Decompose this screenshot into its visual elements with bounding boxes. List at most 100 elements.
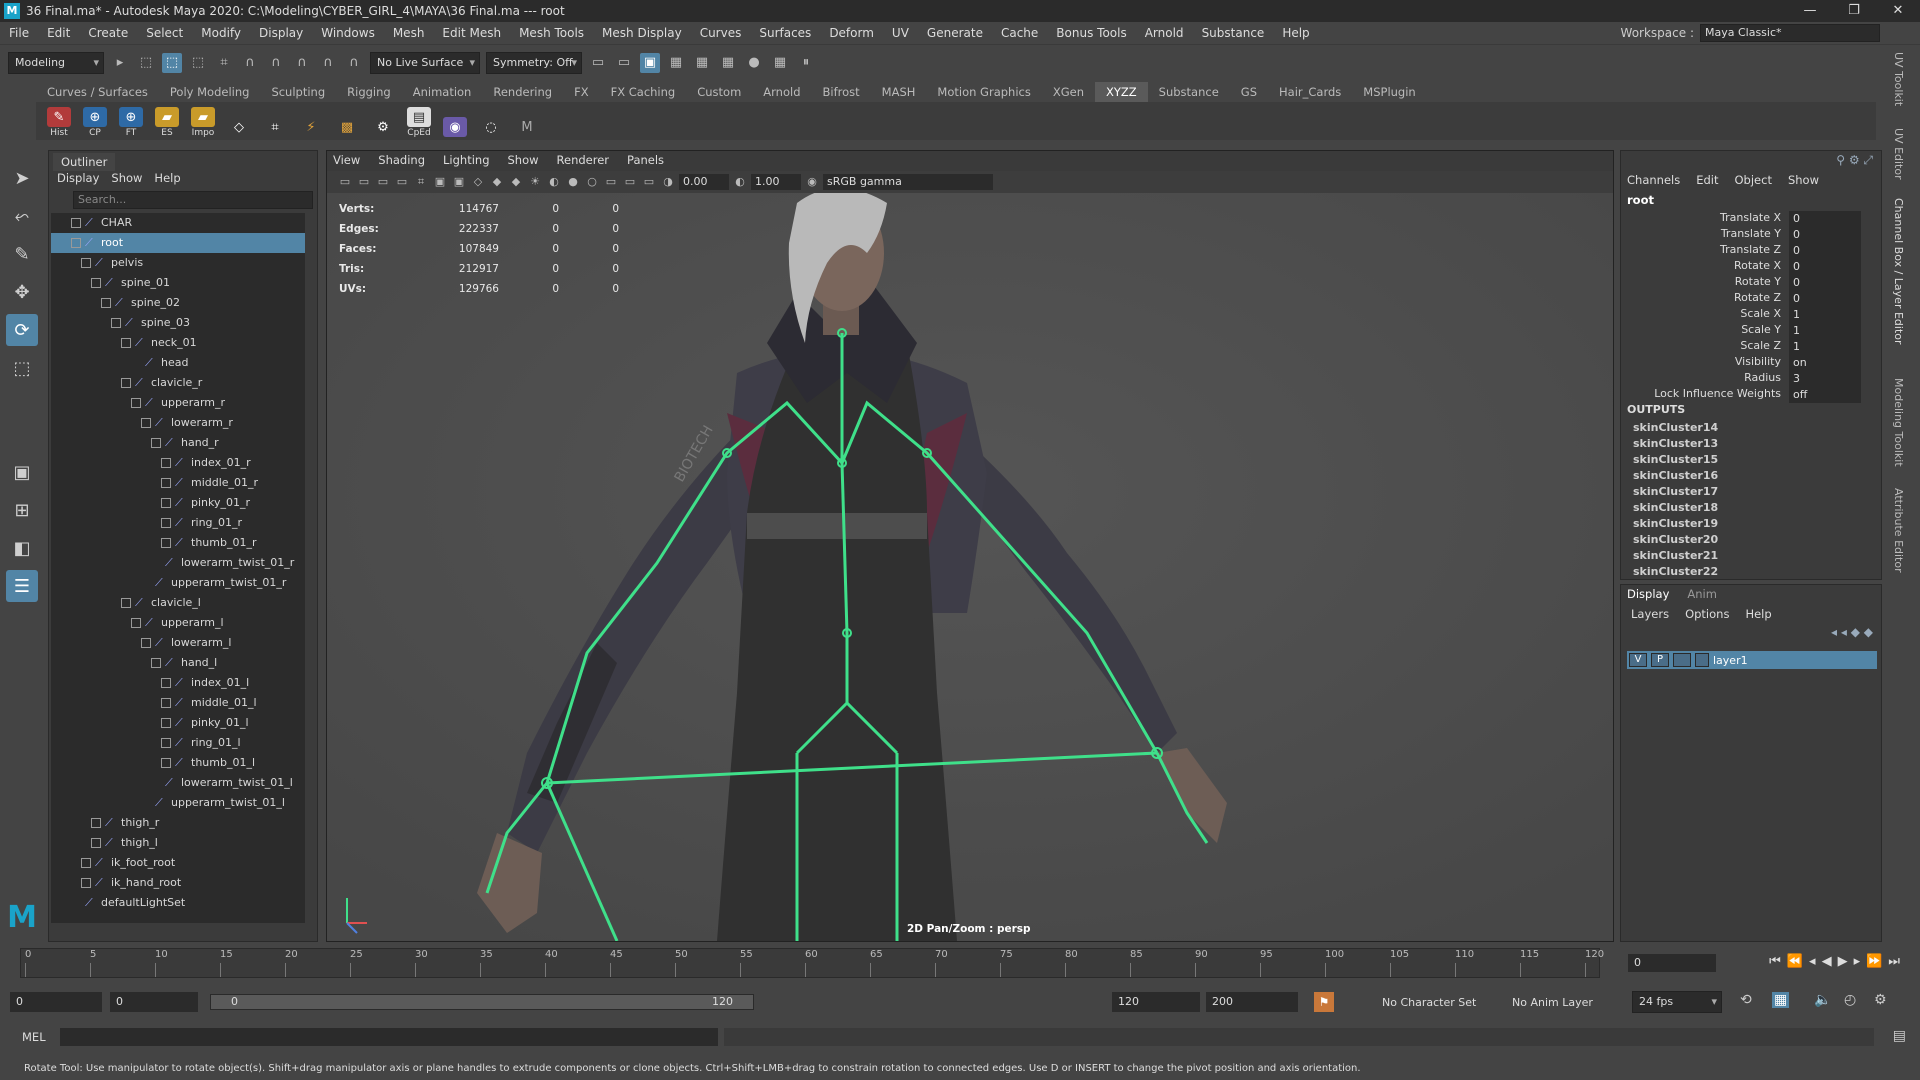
expand-icon[interactable] [161, 738, 171, 748]
shelf-sphere-button[interactable]: ◌ [476, 104, 506, 138]
channel-attribute[interactable]: Translate Y0 [1621, 227, 1883, 243]
outliner-row[interactable]: ⟋ lowerarm_r [51, 413, 305, 433]
expand-icon[interactable] [161, 478, 171, 488]
shelf-tab-curves-surfaces[interactable]: Curves / Surfaces [36, 82, 159, 102]
exposure-icon[interactable]: ◑ [660, 174, 676, 190]
shelf-hypershade-button[interactable]: ◉ [440, 104, 470, 138]
channel-attribute-name[interactable]: Rotate Y [1621, 275, 1789, 291]
menu-display[interactable]: Display [250, 22, 312, 44]
shelf-tab-sculpting[interactable]: Sculpting [260, 82, 336, 102]
move-tool-icon[interactable]: ✥ [6, 276, 38, 308]
collapse-icon[interactable] [131, 618, 141, 628]
outliner-row[interactable]: ⟋ ik_hand_root [51, 873, 305, 893]
outliner-menu-display[interactable]: Display [57, 171, 99, 189]
script-language-toggle[interactable]: MEL [22, 1028, 46, 1046]
menu-file[interactable]: File [0, 22, 38, 44]
camera-attributes-icon[interactable]: ▭ [356, 174, 372, 190]
channel-attribute[interactable]: Rotate Y0 [1621, 275, 1883, 291]
menu-set-dropdown[interactable]: Modeling [8, 51, 104, 74]
shelf-tab-rendering[interactable]: Rendering [482, 82, 563, 102]
channel-attribute-value[interactable]: 0 [1789, 275, 1861, 291]
shelf-ft-button[interactable]: ⊕ FT [116, 104, 146, 138]
outliner-row[interactable]: ⟋ root [51, 233, 305, 253]
snap-projected-icon[interactable]: ∩ [292, 53, 312, 73]
film-gate-icon[interactable]: ▣ [432, 174, 448, 190]
collapse-icon[interactable] [141, 638, 151, 648]
outliner-row[interactable]: ⟋ upperarm_twist_01_r [51, 573, 305, 593]
bookmark-icon[interactable]: ▭ [375, 174, 391, 190]
select-objects-icon[interactable]: ⬚ [162, 52, 182, 73]
layer-action-icons[interactable]: ◂ ◂ ◆ ◆ [1831, 625, 1873, 639]
channel-attribute[interactable]: Rotate Z0 [1621, 291, 1883, 307]
shelf-tab-poly-modeling[interactable]: Poly Modeling [159, 82, 261, 102]
channel-attribute-name[interactable]: Radius [1621, 371, 1789, 387]
collapse-icon[interactable] [131, 398, 141, 408]
snap-point-icon[interactable]: ∩ [266, 53, 286, 73]
outliner-tab[interactable]: Outliner [53, 153, 116, 171]
channel-attribute-value[interactable]: 0 [1789, 259, 1861, 275]
output-node[interactable]: skinCluster15 [1633, 453, 1718, 466]
layer-color-swatch[interactable] [1695, 653, 1709, 667]
xray-joints-icon[interactable]: ▭ [641, 174, 657, 190]
outliner-row[interactable]: ⟋ CHAR [51, 213, 305, 233]
collapse-icon[interactable] [91, 278, 101, 288]
outliner-row[interactable]: ⟋ lowerarm_l [51, 633, 305, 653]
sound-icon[interactable]: 🔈 [1814, 992, 1831, 1008]
channel-attribute-value[interactable]: off [1789, 387, 1861, 403]
collapse-icon[interactable] [151, 438, 161, 448]
anim-start-field[interactable]: 0 [10, 992, 102, 1012]
command-input[interactable] [60, 1028, 718, 1046]
output-node[interactable]: skinCluster21 [1633, 549, 1718, 562]
outliner-menu-help[interactable]: Help [154, 171, 180, 189]
character-set-dropdown[interactable]: No Character Set [1382, 996, 1476, 1009]
collapse-icon[interactable] [121, 598, 131, 608]
collapse-icon[interactable] [71, 238, 81, 248]
outliner-row[interactable]: ⟋ lowerarm_twist_01_l [51, 773, 305, 793]
channel-attribute[interactable]: Translate X0 [1621, 211, 1883, 227]
minimize-button[interactable]: — [1788, 0, 1832, 22]
channel-attribute-name[interactable]: Visibility [1621, 355, 1789, 371]
channel-attribute-name[interactable]: Scale X [1621, 307, 1789, 323]
menu-modify[interactable]: Modify [192, 22, 250, 44]
script-editor-icon[interactable]: ▤ [1893, 1028, 1906, 1044]
channel-attribute[interactable]: Translate Z0 [1621, 243, 1883, 259]
shelf-bend-button[interactable]: ⚡ [296, 104, 326, 138]
outliner-row[interactable]: ⟋ upperarm_l [51, 613, 305, 633]
channel-attribute-value[interactable]: 0 [1789, 211, 1861, 227]
layer-tab-anim[interactable]: Anim [1687, 587, 1717, 601]
maximize-button[interactable]: ❐ [1832, 0, 1876, 22]
outliner-row[interactable]: ⟋ ring_01_l [51, 733, 305, 753]
shelf-box-button[interactable]: ▩ [332, 104, 362, 138]
render-view-icon[interactable]: ▣ [640, 52, 660, 73]
lights-icon[interactable]: ☀ [527, 174, 543, 190]
expand-icon[interactable] [161, 758, 171, 768]
channelbox-menu-channels[interactable]: Channels [1627, 173, 1680, 187]
smooth-shade-icon[interactable]: ◆ [489, 174, 505, 190]
menu-uv[interactable]: UV [883, 22, 918, 44]
auto-key-icon[interactable]: ⚑ [1314, 992, 1334, 1012]
collapse-icon[interactable] [101, 298, 111, 308]
shelf-tab-substance[interactable]: Substance [1148, 82, 1230, 102]
channel-attribute-value[interactable]: 0 [1789, 291, 1861, 307]
tab-channel-box[interactable]: Channel Box / Layer Editor [1892, 198, 1905, 345]
viewport-menu-show[interactable]: Show [508, 153, 539, 167]
menu-surfaces[interactable]: Surfaces [750, 22, 820, 44]
symmetry-dropdown[interactable]: Symmetry: Off [486, 51, 582, 74]
expand-icon[interactable] [161, 678, 171, 688]
expand-icon[interactable] [161, 498, 171, 508]
snap-grid-icon[interactable]: ⌗ [214, 53, 234, 73]
image-plane-icon[interactable]: ▭ [394, 174, 410, 190]
go-to-start-icon[interactable]: ⏮ [1769, 954, 1781, 969]
channel-attribute[interactable]: Scale Y1 [1621, 323, 1883, 339]
outliner-row[interactable]: ⟋ defaultLightSet [51, 893, 305, 913]
time-ruler[interactable]: 0 5 10 15 20 25 30 35 40 45 50 55 60 65 70 75 80 85 90 95 10… [20, 948, 1604, 978]
channel-attribute[interactable]: Lock Influence Weights off [1621, 387, 1883, 403]
loop-icon[interactable]: ⟲ [1740, 992, 1752, 1008]
channelbox-toolbar-icons[interactable]: ⚲ ⚙ ⤢ [1836, 153, 1873, 168]
shelf-tab-xgen[interactable]: XGen [1042, 82, 1095, 102]
outliner-search-input[interactable]: Search... [73, 191, 313, 209]
layer-menu-options[interactable]: Options [1685, 607, 1729, 621]
channel-attribute-name[interactable]: Scale Y [1621, 323, 1789, 339]
shelf-hist-button[interactable]: ✎ Hist [44, 104, 74, 138]
channel-attribute-value[interactable]: 0 [1789, 243, 1861, 259]
